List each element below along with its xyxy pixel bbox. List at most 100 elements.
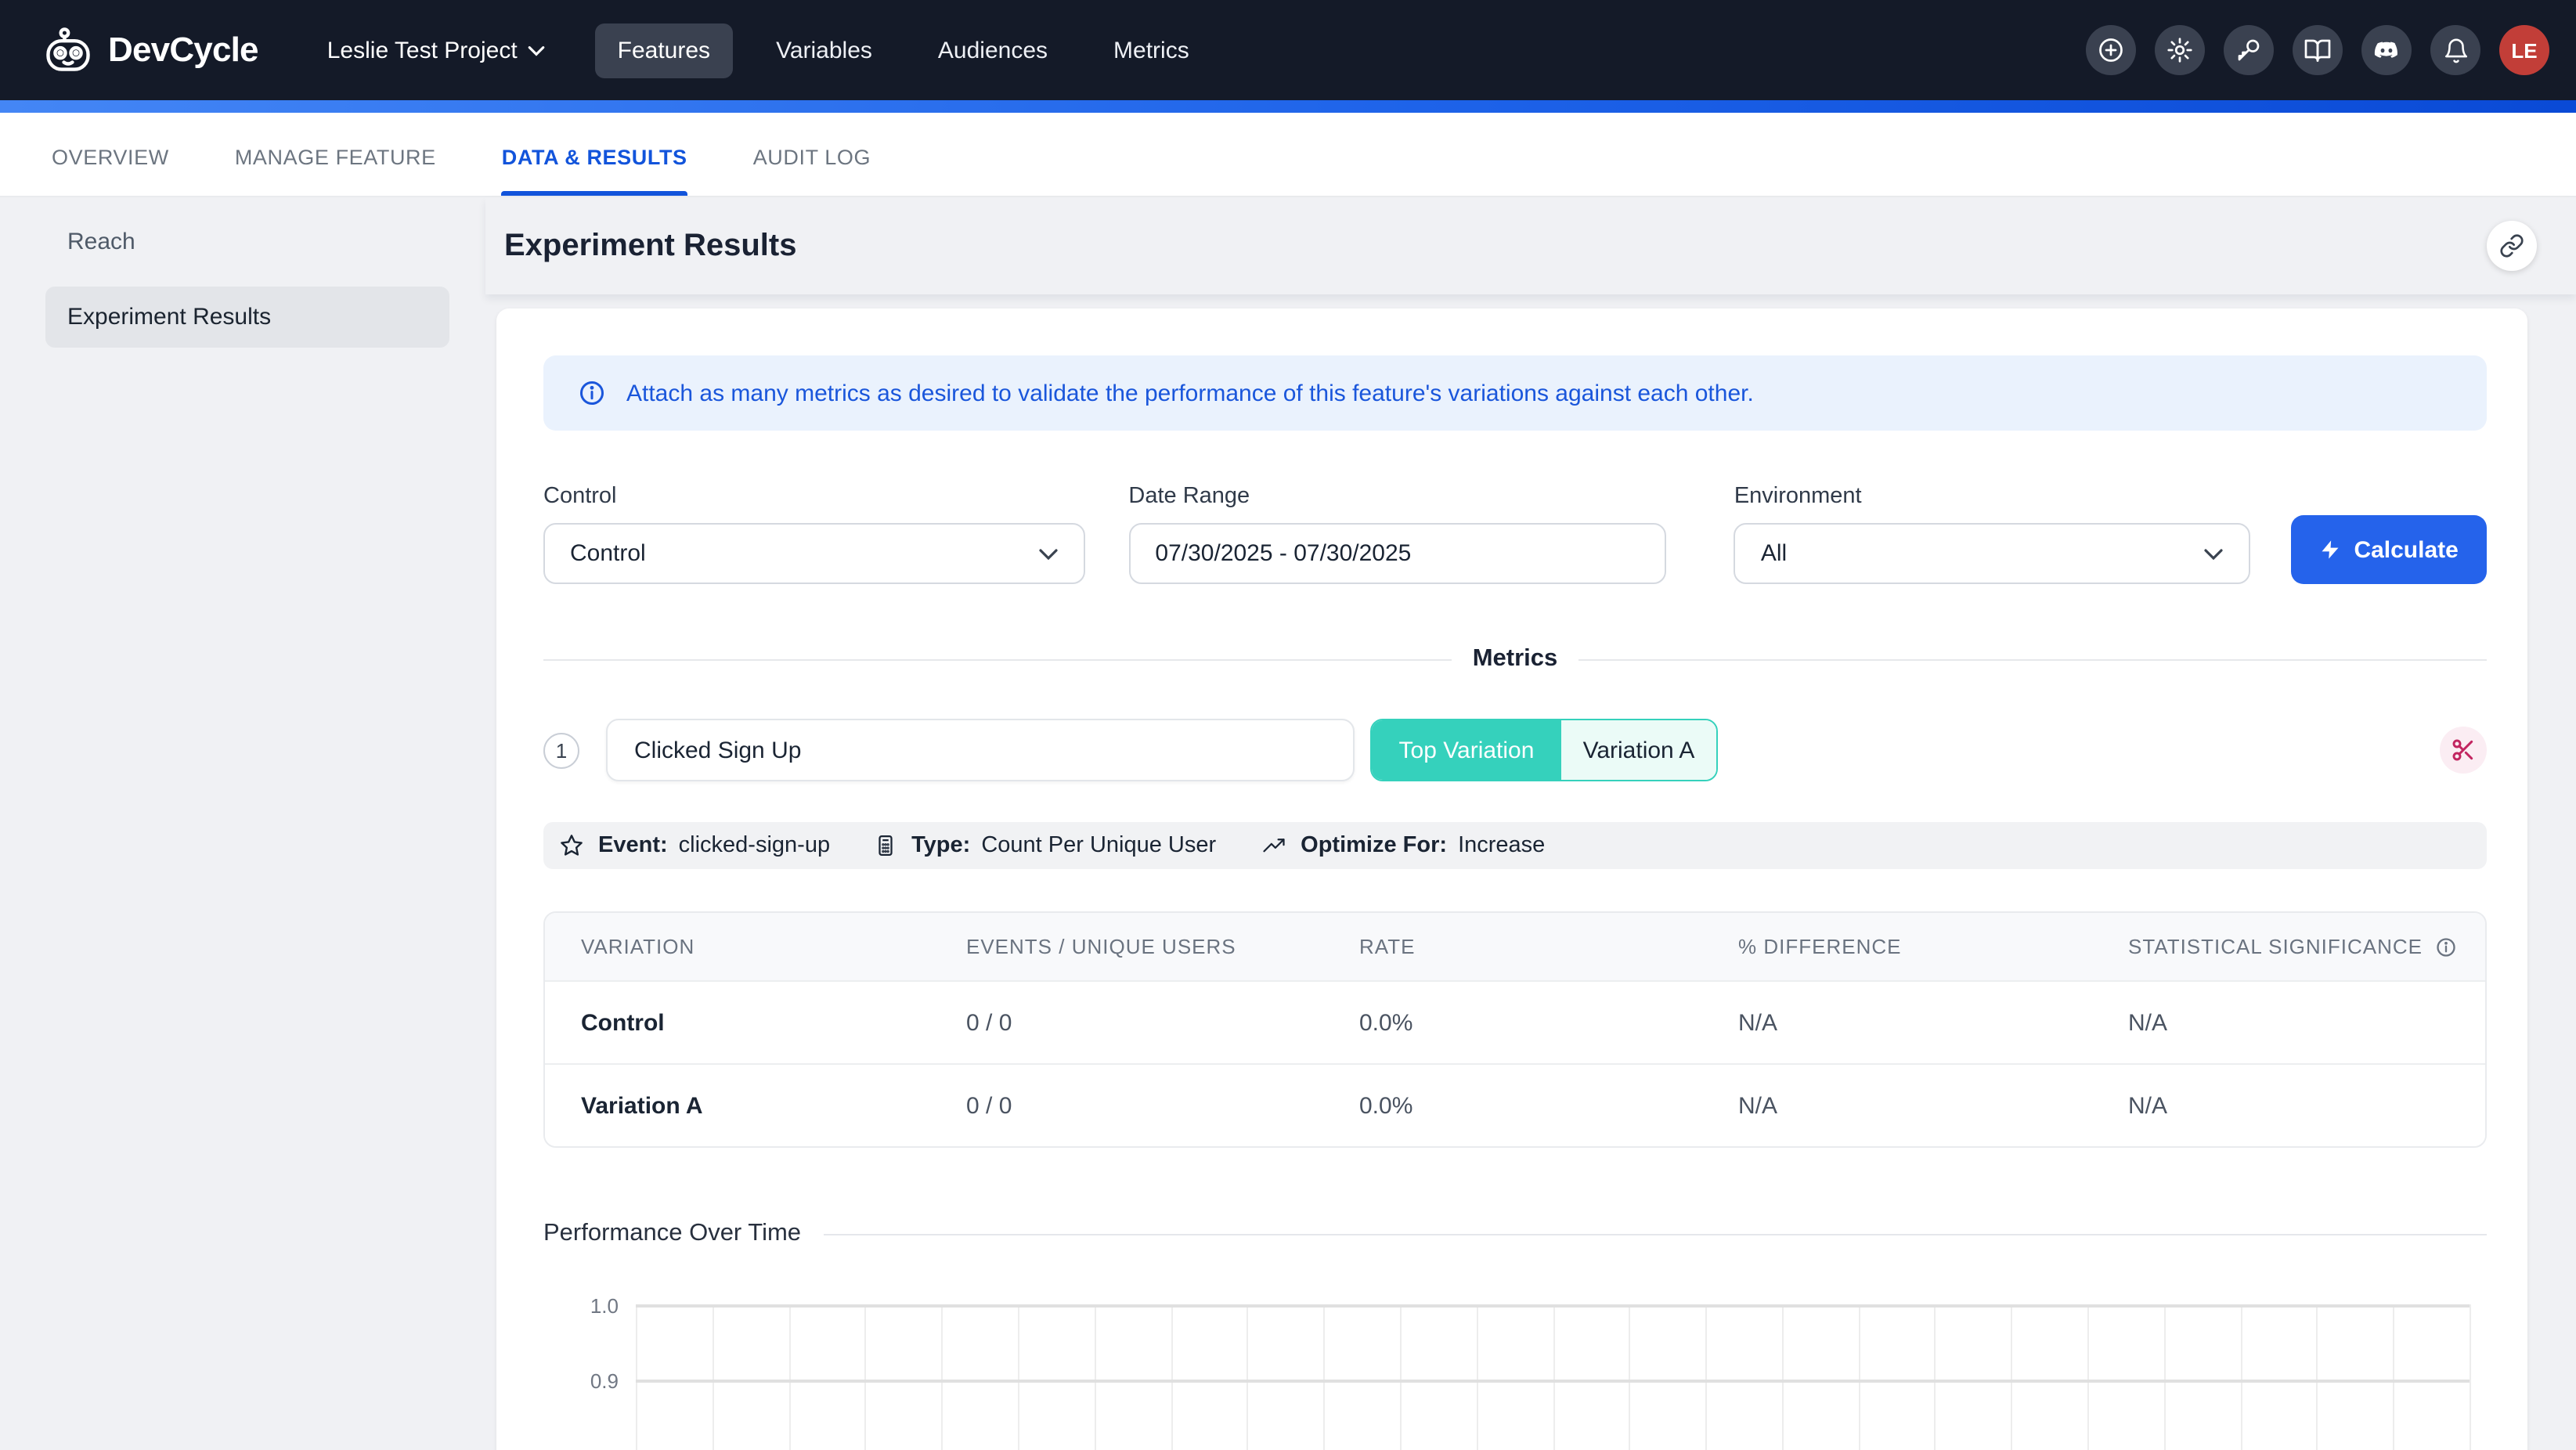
robot-logo-icon: [44, 27, 92, 74]
row-significance: N/A: [2092, 1009, 2485, 1036]
add-new-button[interactable]: [2086, 25, 2136, 75]
nav-link-variables[interactable]: Variables: [754, 23, 894, 78]
chevron-down-icon: [2203, 547, 2224, 560]
project-selector[interactable]: Leslie Test Project: [327, 37, 546, 63]
optimize-label: Optimize For:: [1301, 833, 1447, 858]
row-difference: N/A: [1702, 1009, 2092, 1036]
row-significance: N/A: [2092, 1092, 2485, 1119]
table-row: Control 0 / 0 0.0% N/A N/A: [545, 980, 2485, 1063]
results-table: VARIATION EVENTS / UNIQUE USERS RATE % D…: [543, 911, 2487, 1148]
row-difference: N/A: [1702, 1092, 2092, 1119]
col-difference: % DIFFERENCE: [1702, 935, 2092, 958]
star-icon: [559, 833, 584, 858]
type-group: Type: Count Per Unique User: [911, 833, 1216, 858]
tab-manage-feature[interactable]: MANAGE FEATURE: [235, 113, 436, 196]
gear-icon: [2166, 36, 2194, 64]
remove-metric-button[interactable]: [2440, 727, 2487, 774]
tab-overview[interactable]: OVERVIEW: [52, 113, 169, 196]
nav-link-metrics[interactable]: Metrics: [1091, 23, 1211, 78]
optimize-value: Increase: [1458, 833, 1545, 858]
page-title: Experiment Results: [504, 228, 796, 264]
top-navbar: DevCycle Leslie Test Project Features Va…: [0, 0, 2576, 100]
metric-index-badge: 1: [543, 732, 579, 768]
row-events: 0 / 0: [930, 1009, 1323, 1036]
settings-button[interactable]: [2155, 25, 2205, 75]
user-avatar[interactable]: LE: [2499, 25, 2549, 75]
discord-icon: [2372, 36, 2401, 64]
metrics-divider: Metrics: [543, 645, 2487, 673]
accent-gradient-bar: [0, 100, 2576, 113]
performance-title: Performance Over Time: [543, 1220, 801, 1248]
optimize-group: Optimize For: Increase: [1301, 833, 1545, 858]
row-variation: Variation A: [545, 1092, 930, 1119]
table-row: Variation A 0 / 0 0.0% N/A N/A: [545, 1063, 2485, 1146]
metric-name-input[interactable]: [606, 719, 1355, 781]
scissors-icon: [2451, 738, 2476, 763]
event-value: clicked-sign-up: [679, 833, 830, 858]
event-group: Event: clicked-sign-up: [598, 833, 830, 858]
project-name: Leslie Test Project: [327, 37, 518, 63]
sidebar-item-reach[interactable]: Reach: [45, 216, 449, 268]
calculate-label: Calculate: [2354, 536, 2458, 563]
environment-select[interactable]: All: [1734, 523, 2250, 584]
control-select-value: Control: [570, 540, 646, 567]
page-header: Experiment Results: [485, 197, 2576, 294]
discord-button[interactable]: [2361, 25, 2412, 75]
toggle-variation-a[interactable]: Variation A: [1561, 720, 1716, 780]
main-nav: Features Variables Audiences Metrics: [596, 23, 1211, 78]
info-banner: Attach as many metrics as desired to val…: [543, 355, 2487, 431]
y-axis-tick-1: 1.0: [543, 1294, 619, 1318]
event-label: Event:: [598, 833, 668, 858]
y-axis-tick-2: 0.9: [543, 1369, 619, 1392]
bell-icon: [2442, 37, 2469, 63]
variation-toggle: Top Variation Variation A: [1370, 719, 1718, 781]
key-icon: [2235, 36, 2263, 64]
calculate-button[interactable]: Calculate: [2291, 515, 2487, 584]
info-icon: [2435, 936, 2457, 958]
notifications-button[interactable]: [2430, 25, 2480, 75]
col-variation: VARIATION: [545, 935, 930, 958]
tab-data-results[interactable]: DATA & RESULTS: [502, 113, 687, 196]
metric-row: 1 Top Variation Variation A: [543, 719, 2487, 781]
plus-circle-icon: [2097, 36, 2125, 64]
trending-up-icon: [1260, 834, 1286, 857]
book-open-icon: [2304, 36, 2332, 64]
brand-name: DevCycle: [108, 30, 258, 70]
col-significance: STATISTICAL SIGNIFICANCE: [2092, 935, 2485, 958]
control-select[interactable]: Control: [543, 523, 1084, 584]
lightning-bolt-icon: [2319, 539, 2341, 561]
nav-link-features[interactable]: Features: [596, 23, 732, 78]
chevron-down-icon: [529, 45, 546, 56]
app-screen: DevCycle Leslie Test Project Features Va…: [0, 0, 2576, 1450]
divider-line: [1578, 658, 2487, 660]
api-keys-button[interactable]: [2224, 25, 2274, 75]
link-icon: [2499, 233, 2524, 258]
tab-audit-log[interactable]: AUDIT LOG: [753, 113, 871, 196]
row-rate: 0.0%: [1323, 1009, 1702, 1036]
control-field: Control Control: [543, 484, 1084, 584]
feature-tabs: OVERVIEW MANAGE FEATURE DATA & RESULTS A…: [0, 113, 2576, 197]
performance-divider-line: [823, 1233, 2487, 1235]
nav-link-audiences[interactable]: Audiences: [916, 23, 1070, 78]
experiment-results-card: Attach as many metrics as desired to val…: [496, 308, 2527, 1450]
docs-button[interactable]: [2293, 25, 2343, 75]
toggle-top-variation[interactable]: Top Variation: [1372, 720, 1561, 780]
environment-select-value: All: [1761, 540, 1787, 567]
control-label: Control: [543, 484, 1084, 509]
date-range-input[interactable]: [1128, 523, 1666, 584]
row-events: 0 / 0: [930, 1092, 1323, 1119]
main-column: Experiment Results Attach as many metric…: [485, 197, 2576, 1450]
content-area: Reach Experiment Results Experiment Resu…: [0, 197, 2576, 1450]
type-label: Type:: [911, 833, 970, 858]
copy-link-button[interactable]: [2487, 221, 2537, 271]
environment-field: Environment All: [1734, 484, 2250, 584]
metrics-divider-label: Metrics: [1473, 645, 1558, 673]
sidebar-item-experiment-results[interactable]: Experiment Results: [45, 287, 449, 348]
table-header-row: VARIATION EVENTS / UNIQUE USERS RATE % D…: [545, 913, 2485, 980]
row-rate: 0.0%: [1323, 1092, 1702, 1119]
info-icon: [578, 379, 606, 407]
gridline-0-9: [636, 1379, 2470, 1382]
devcycle-logo[interactable]: DevCycle: [44, 27, 258, 74]
gridline-1-0: [636, 1304, 2470, 1308]
chevron-down-icon: [1037, 547, 1058, 560]
